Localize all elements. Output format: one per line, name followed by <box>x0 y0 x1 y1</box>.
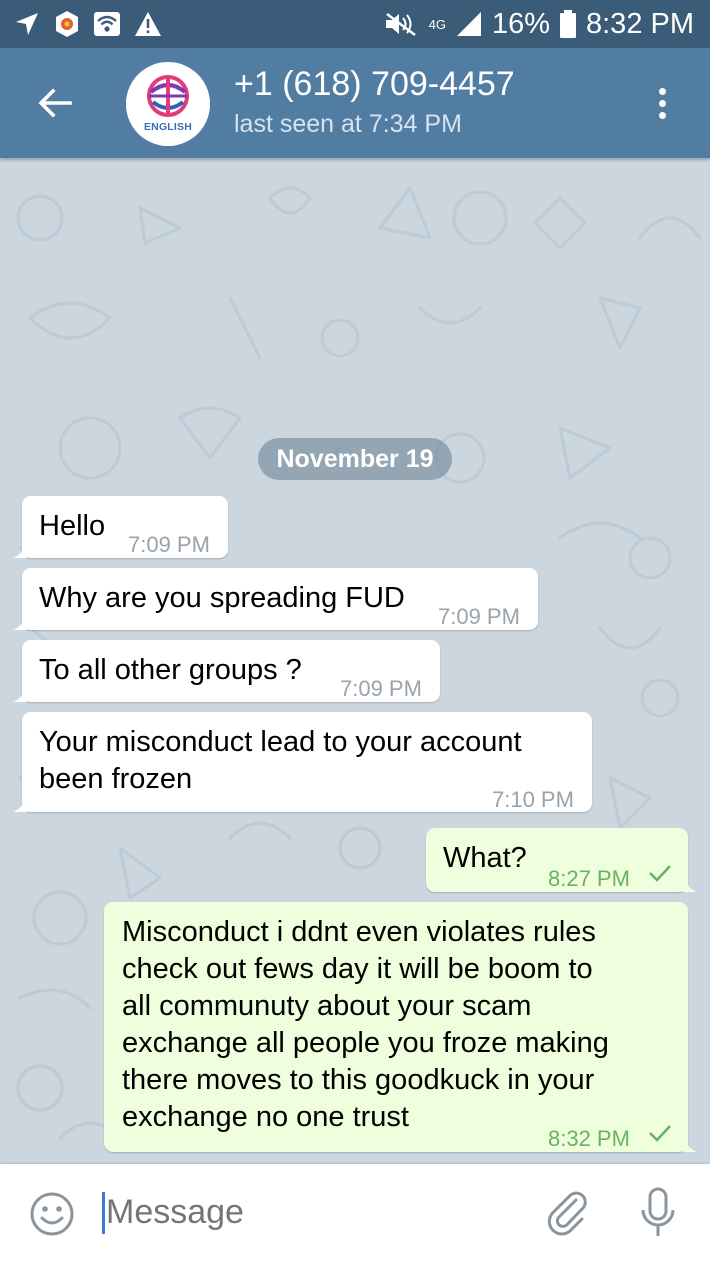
message-input[interactable] <box>106 1188 506 1236</box>
message-time: 8:27 PM <box>548 866 630 891</box>
message-text: Misconduct i ddnt even violates rules ch… <box>122 916 609 1133</box>
chat-area[interactable]: November 19 Hello 7:09 PM Why are you sp… <box>0 158 710 1164</box>
chat-title[interactable]: +1 (618) 709-4457 <box>234 64 515 104</box>
message-time: 7:09 PM <box>438 604 520 629</box>
clock: 8:32 PM <box>586 7 694 40</box>
bubble-tail <box>683 876 697 892</box>
message-bubble-outgoing[interactable]: Misconduct i ddnt even violates rules ch… <box>104 902 697 1152</box>
emoji-icon[interactable] <box>28 1190 76 1238</box>
battery-level: 16% <box>491 7 550 40</box>
avatar-logo-icon <box>126 62 210 146</box>
network-type: 4G <box>428 16 446 32</box>
status-bar: 4G 16% 8:32 PM <box>0 0 710 48</box>
status-bar-right: 4G 16% 8:32 PM <box>383 8 710 41</box>
message-input-bar <box>0 1164 710 1262</box>
bubble-tail <box>13 686 27 702</box>
more-menu-icon[interactable] <box>644 78 680 128</box>
message-text: Hello <box>39 510 106 542</box>
bubble-tail <box>683 1136 697 1152</box>
message-bubble-incoming[interactable]: Why are you spreading FUD 7:09 PM <box>13 568 538 630</box>
message-time: 8:32 PM <box>548 1126 630 1151</box>
bubble-tail <box>13 796 27 812</box>
message-time: 7:09 PM <box>128 532 210 557</box>
navigation-arrow-icon <box>14 11 40 37</box>
chat-header: ENGLISH +1 (618) 709-4457 last seen at 7… <box>0 48 710 158</box>
check-icon <box>649 1125 671 1142</box>
message-text: To all other groups ? <box>39 654 302 686</box>
wifi-icon <box>94 12 120 36</box>
status-bar-left <box>0 10 162 38</box>
date-separator: November 19 <box>258 438 452 480</box>
back-arrow-icon <box>38 88 72 118</box>
message-text: What? <box>443 842 527 874</box>
app-notification-icon <box>54 10 80 38</box>
avatar[interactable]: ENGLISH <box>126 62 210 146</box>
bubble-tail <box>13 614 27 630</box>
battery-icon <box>560 10 576 38</box>
message-time: 7:10 PM <box>492 787 574 812</box>
message-text: Why are you spreading FUD <box>39 582 405 614</box>
message-time: 7:09 PM <box>340 676 422 701</box>
avatar-label: ENGLISH <box>143 121 193 133</box>
microphone-icon[interactable] <box>638 1186 678 1240</box>
text-cursor <box>102 1192 105 1234</box>
message-bubble-incoming[interactable]: Hello 7:09 PM <box>13 496 228 558</box>
message-bubble-incoming[interactable]: To all other groups ? 7:09 PM <box>13 640 440 702</box>
message-bubble-outgoing[interactable]: What? 8:27 PM <box>426 828 697 892</box>
attach-icon[interactable] <box>544 1188 592 1236</box>
check-icon <box>649 865 671 882</box>
message-text: Your misconduct lead to your account bee… <box>39 726 522 795</box>
last-seen-status: last seen at 7:34 PM <box>234 110 462 138</box>
mute-icon <box>383 11 419 37</box>
signal-icon <box>456 11 482 37</box>
warning-icon <box>134 11 162 37</box>
message-bubble-incoming[interactable]: Your misconduct lead to your account bee… <box>13 712 592 812</box>
back-button[interactable] <box>30 78 80 128</box>
bubble-tail <box>13 542 27 558</box>
